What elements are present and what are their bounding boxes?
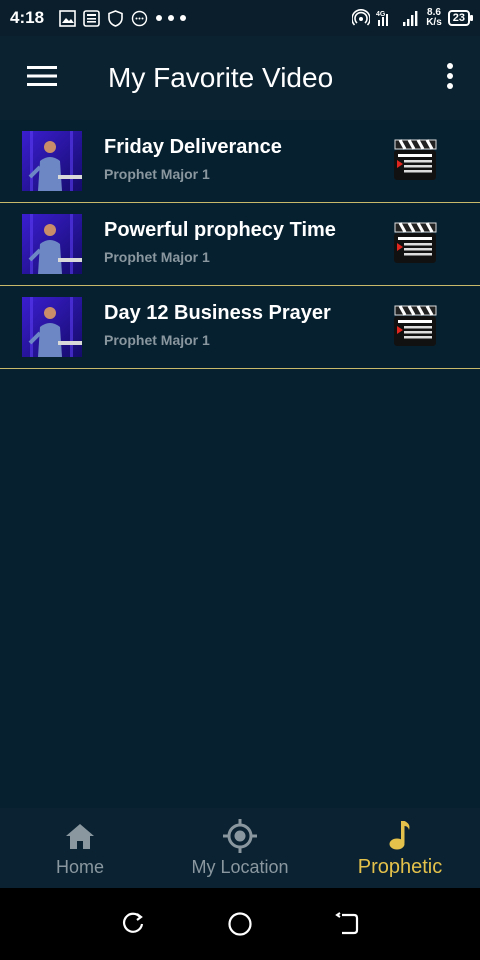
favorite-video-list: Friday Deliverance Prophet Major 1 Power… [0, 120, 480, 369]
home-circle-icon[interactable] [220, 904, 260, 944]
news-icon [82, 9, 100, 27]
clapperboard-icon[interactable] [392, 138, 438, 182]
clapperboard-icon[interactable] [392, 221, 438, 265]
status-time: 4:18 [10, 8, 45, 27]
signal-strength-icon [402, 9, 420, 27]
shield-icon [106, 9, 124, 27]
clapperboard-icon[interactable] [392, 304, 438, 348]
battery-indicator: 23 [447, 10, 474, 26]
back-icon[interactable] [327, 904, 367, 944]
signal-4g-icon: 4G [376, 9, 396, 27]
image-icon [58, 9, 76, 27]
hamburger-menu-icon [27, 65, 57, 92]
video-subtitle: Prophet Major 1 [104, 166, 210, 182]
nav-item-home[interactable]: Home [0, 808, 160, 888]
music-note-icon [383, 818, 417, 852]
more-vertical-icon [446, 62, 454, 95]
network-speed: 8.6 K/s [426, 7, 442, 28]
video-subtitle: Prophet Major 1 [104, 332, 210, 348]
nav-label-prophetic: Prophetic [357, 855, 443, 878]
nav-label-my-location: My Location [191, 856, 289, 877]
location-target-icon [223, 818, 257, 853]
overflow-menu-button[interactable] [420, 36, 480, 120]
video-title: Friday Deliverance [104, 136, 282, 158]
nav-label-home: Home [55, 856, 104, 877]
more-dots-icon [154, 9, 188, 27]
hotspot-icon [352, 9, 371, 27]
video-thumbnail [22, 214, 82, 274]
page-title: My Favorite Video [108, 62, 334, 93]
video-title: Powerful prophecy Time [104, 219, 336, 241]
status-bar: 4:18 4G 8.6 K/s 23 [0, 0, 480, 36]
list-item[interactable]: Friday Deliverance Prophet Major 1 [0, 120, 480, 203]
home-icon [63, 819, 97, 853]
video-subtitle: Prophet Major 1 [104, 249, 210, 265]
bottom-navigation: Home My Location Prophetic [0, 808, 480, 888]
system-navigation-bar [0, 888, 480, 960]
svg-text:4G: 4G [376, 11, 386, 18]
app-bar: My Favorite Video [0, 36, 480, 120]
video-thumbnail [22, 131, 82, 191]
list-item[interactable]: Day 12 Business Prayer Prophet Major 1 [0, 286, 480, 369]
message-icon [130, 9, 148, 27]
list-item[interactable]: Powerful prophecy Time Prophet Major 1 [0, 203, 480, 286]
menu-button[interactable] [0, 36, 84, 120]
video-thumbnail [22, 297, 82, 357]
nav-item-my-location[interactable]: My Location [160, 808, 320, 888]
recents-icon[interactable] [113, 904, 153, 944]
video-title: Day 12 Business Prayer [104, 302, 331, 324]
nav-item-prophetic[interactable]: Prophetic [320, 808, 480, 888]
